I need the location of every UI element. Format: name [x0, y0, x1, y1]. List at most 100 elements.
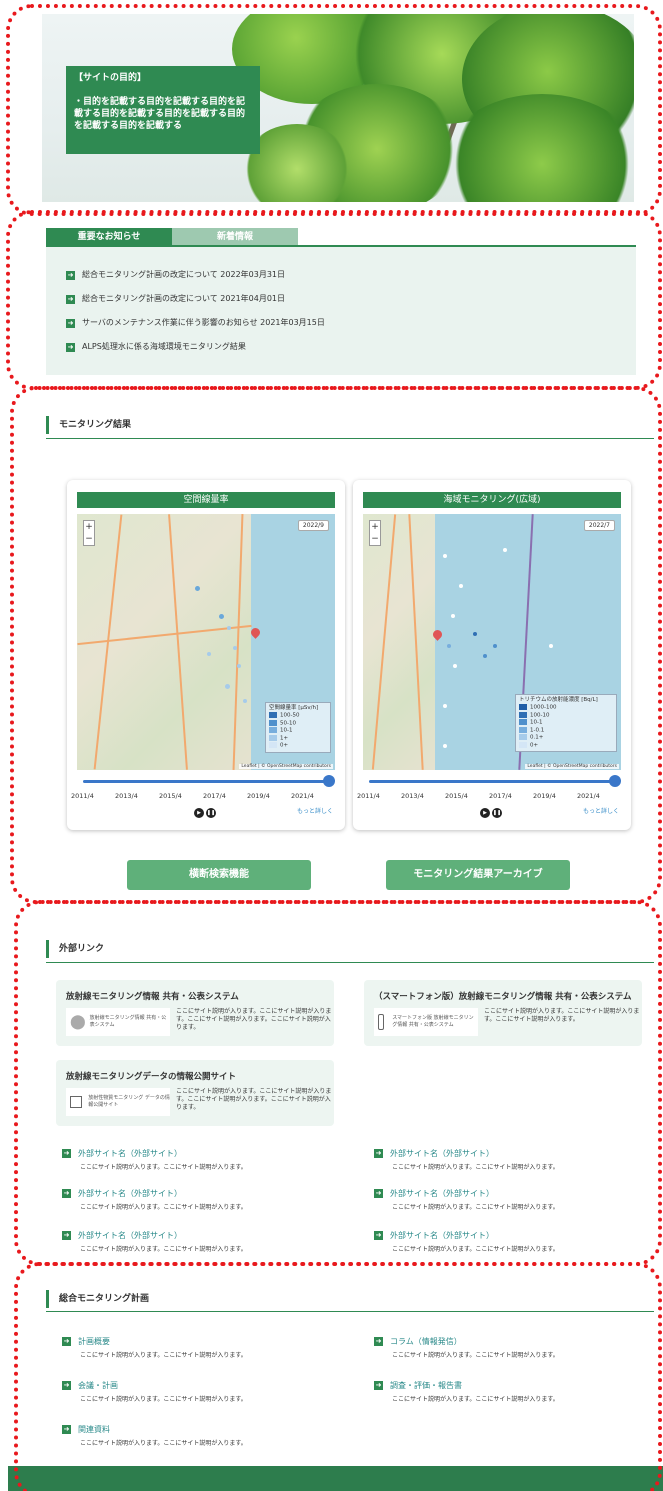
- timeline-slider[interactable]: [369, 775, 621, 787]
- map-view[interactable]: + − 2022/9 空間線量率 [μSv/h] 100-50 50-10 10-…: [77, 514, 335, 770]
- notice-text: サーバのメンテナンス作業に伴う影響のお知らせ 2021年03月15日: [82, 318, 325, 327]
- legend-label: 10-1: [530, 719, 543, 726]
- external-link-desc: ここにサイト説明が入ります。ここにサイト説明が入ります。: [80, 1164, 247, 1171]
- site-logo-text: スマートフォン版 放射線モニタリング情報 共有・公表システム: [392, 1015, 474, 1028]
- data-point: [459, 584, 463, 588]
- legend-label: 50-10: [280, 720, 296, 726]
- legend-row: 1-0.1: [519, 726, 613, 735]
- data-point: [443, 744, 447, 748]
- cross-search-button[interactable]: 横断検索機能: [127, 860, 311, 890]
- external-link-title[interactable]: 外部サイト名（外部サイト）: [390, 1230, 494, 1241]
- notice-text: 総合モニタリング計画の改定について 2022年03月31日: [82, 270, 286, 279]
- external-link-title[interactable]: 外部サイト名（外部サイト）: [390, 1188, 494, 1199]
- tick-label: 2011/4: [357, 792, 380, 800]
- data-point: [227, 626, 231, 630]
- external-link-title[interactable]: 外部サイト名（外部サイト）: [390, 1148, 494, 1159]
- arrow-right-icon: ➜: [62, 1425, 71, 1434]
- slider-handle[interactable]: [609, 775, 621, 787]
- plan-link-desc: ここにサイト説明が入ります。ここにサイト説明が入ります。: [392, 1396, 559, 1403]
- play-icon[interactable]: ▶: [194, 808, 204, 818]
- map-attribution[interactable]: Leaflet | © OpenStreetMap contributors: [525, 764, 619, 769]
- notice-item[interactable]: ➜ ALPS処理水に係る海域環境モニタリング結果: [66, 341, 246, 353]
- external-link-title[interactable]: 外部サイト名（外部サイト）: [78, 1148, 182, 1159]
- legend-swatch: [519, 704, 527, 710]
- plan-link-title[interactable]: 関連資料: [78, 1424, 110, 1435]
- featured-link-card[interactable]: 放射線モニタリングデータの情報公開サイト 放射性物質モニタリング データの情報公…: [56, 1060, 334, 1126]
- map-legend: トリチウムの放射能濃度 [Bq/L] 1000-100 100-10 10-1 …: [515, 694, 617, 752]
- site-purpose-title: 【サイトの目的】: [74, 73, 147, 83]
- playback-controls: ▶ ❚❚: [480, 808, 504, 818]
- legend-swatch: [519, 741, 527, 748]
- arrow-right-icon: ➜: [62, 1337, 71, 1346]
- legend-label: 0+: [280, 742, 289, 749]
- zoom-in-button[interactable]: +: [84, 521, 94, 533]
- arrow-right-icon: ➜: [374, 1231, 383, 1240]
- smartphone-icon: [378, 1014, 385, 1030]
- legend-row: 1+: [269, 734, 327, 743]
- notice-item[interactable]: ➜ サーバのメンテナンス作業に伴う影響のお知らせ 2021年03月15日: [66, 317, 325, 329]
- slider-handle[interactable]: [323, 775, 335, 787]
- play-icon[interactable]: ▶: [480, 808, 490, 818]
- legend-label: 10-1: [280, 727, 293, 734]
- tick-label: 2011/4: [71, 792, 94, 800]
- monitoring-archive-button[interactable]: モニタリング結果アーカイブ: [386, 860, 570, 890]
- legend-label: 1+: [280, 735, 289, 741]
- featured-link-title: 放射線モニタリングデータの情報公開サイト: [66, 1072, 237, 1082]
- zoom-out-button[interactable]: −: [84, 533, 94, 545]
- page: 【サイトの目的】 ・目的を記載する目的を記載する目的を記載する目的を記載する目的…: [0, 0, 663, 1491]
- timeline-slider[interactable]: [83, 775, 335, 787]
- timeline-ticks: 2011/4 2013/4 2015/4 2017/4 2019/4 2021/…: [71, 792, 341, 802]
- featured-link-desc: ここにサイト説明が入ります。ここにサイト説明が入ります。ここにサイト説明が入りま…: [484, 1008, 640, 1023]
- site-logo: ⬤ 放射線モニタリング情報 共有・公表システム: [66, 1008, 170, 1036]
- notice-item[interactable]: ➜ 総合モニタリング計画の改定について 2021年04月01日: [66, 293, 285, 305]
- section-divider: [46, 1311, 654, 1312]
- tick-label: 2015/4: [159, 792, 182, 800]
- data-point: [503, 548, 507, 552]
- map-date-badge: 2022/9: [297, 520, 329, 531]
- legend-label: 0+: [530, 742, 539, 748]
- legend-row: 100-10: [519, 711, 613, 720]
- external-link-title[interactable]: 外部サイト名（外部サイト）: [78, 1230, 182, 1241]
- map-attribution[interactable]: Leaflet | © OpenStreetMap contributors: [239, 764, 333, 769]
- timeline-ticks: 2011/4 2013/4 2015/4 2017/4 2019/4 2021/…: [357, 792, 627, 802]
- zoom-in-button[interactable]: +: [370, 521, 380, 533]
- zoom-control[interactable]: + −: [369, 520, 381, 546]
- featured-link-card[interactable]: （スマートフォン版）放射線モニタリング情報 共有・公表システム スマートフォン版…: [364, 980, 642, 1046]
- legend-swatch: [269, 742, 277, 748]
- legend-swatch: [269, 712, 277, 718]
- data-point: [549, 644, 553, 648]
- zoom-out-button[interactable]: −: [370, 533, 380, 545]
- data-point: [207, 652, 211, 656]
- more-details-link[interactable]: もっと詳しく: [583, 806, 619, 815]
- plan-link-desc: ここにサイト説明が入ります。ここにサイト説明が入ります。: [80, 1352, 247, 1359]
- data-point: [453, 664, 457, 668]
- plan-link-title[interactable]: 調査・評価・報告書: [390, 1380, 462, 1391]
- legend-row: 0.1+: [519, 734, 613, 742]
- arrow-right-icon: ➜: [374, 1381, 383, 1390]
- pause-icon[interactable]: ❚❚: [492, 808, 502, 818]
- zoom-control[interactable]: + −: [83, 520, 95, 546]
- legend-label: 100-10: [530, 712, 550, 718]
- map-card-title: 海域モニタリング(広域): [363, 492, 621, 508]
- plan-link-title[interactable]: 計画概要: [78, 1336, 110, 1347]
- arrow-right-icon: ➜: [62, 1189, 71, 1198]
- plan-link-title[interactable]: 会議・計画: [78, 1380, 118, 1391]
- map-view[interactable]: + − 2022/7 トリチウムの放射能濃度 [Bq/L] 1000-100 10…: [363, 514, 621, 770]
- map-date-badge: 2022/7: [583, 520, 615, 531]
- more-details-link[interactable]: もっと詳しく: [297, 806, 333, 815]
- data-point: [443, 704, 447, 708]
- pause-icon[interactable]: ❚❚: [206, 808, 216, 818]
- section-divider: [46, 438, 654, 439]
- legend-title: トリチウムの放射能濃度 [Bq/L]: [519, 697, 598, 703]
- arrow-right-icon: ➜: [66, 342, 75, 352]
- featured-link-card[interactable]: 放射線モニタリング情報 共有・公表システム ⬤ 放射線モニタリング情報 共有・公表…: [56, 980, 334, 1046]
- legend-row: 10-1: [519, 719, 613, 727]
- external-link-title[interactable]: 外部サイト名（外部サイト）: [78, 1188, 182, 1199]
- notice-item[interactable]: ➜ 総合モニタリング計画の改定について 2022年03月31日: [66, 269, 285, 281]
- map-card-sea-monitoring: 海域モニタリング(広域) + − 2022/7 トリチウムの放射能濃度 [Bq/L…: [353, 480, 631, 830]
- tab-important-notices[interactable]: 重要なお知らせ: [46, 228, 172, 246]
- plan-link-title[interactable]: コラム（情報発信）: [390, 1336, 462, 1347]
- legend-swatch: [269, 727, 277, 733]
- tab-news[interactable]: 新着情報: [172, 228, 298, 246]
- data-point: [447, 644, 451, 648]
